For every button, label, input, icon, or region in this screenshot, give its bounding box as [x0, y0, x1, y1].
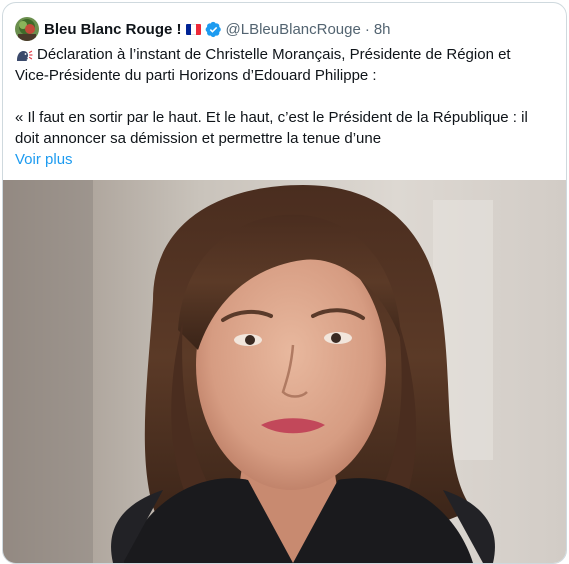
tweet-text-line-2: Vice-Présidente du parti Horizons d’Edou… [15, 67, 377, 84]
display-name[interactable]: Bleu Blanc Rouge ! [44, 21, 182, 38]
france-flag-icon [185, 23, 201, 35]
user-handle[interactable]: @LBleuBlancRouge [226, 21, 361, 38]
tweet-card[interactable]: Bleu Blanc Rouge ! @LBleuBlancRouge · 8h… [2, 2, 567, 564]
tweet-text-line-4: doit annoncer sa démission et permettre … [15, 130, 382, 147]
tweet-header: Bleu Blanc Rouge ! @LBleuBlancRouge · 8h [15, 15, 391, 43]
avatar-image [15, 17, 39, 41]
speaking-head-icon [17, 50, 33, 61]
post-time[interactable]: 8h [374, 21, 391, 38]
show-more-link[interactable]: Voir plus [15, 149, 73, 170]
tweet-text-line-3: « Il faut en sortir par le haut. Et le h… [15, 109, 528, 126]
verified-badge-icon [205, 21, 221, 37]
media-photo [3, 180, 566, 563]
tweet-text-line-1: Déclaration à l’instant de Christelle Mo… [37, 46, 511, 63]
avatar[interactable] [15, 17, 39, 41]
separator-dot: · [364, 20, 370, 38]
tweet-media[interactable] [3, 180, 566, 563]
tweet-text: Déclaration à l’instant de Christelle Mo… [15, 44, 555, 170]
